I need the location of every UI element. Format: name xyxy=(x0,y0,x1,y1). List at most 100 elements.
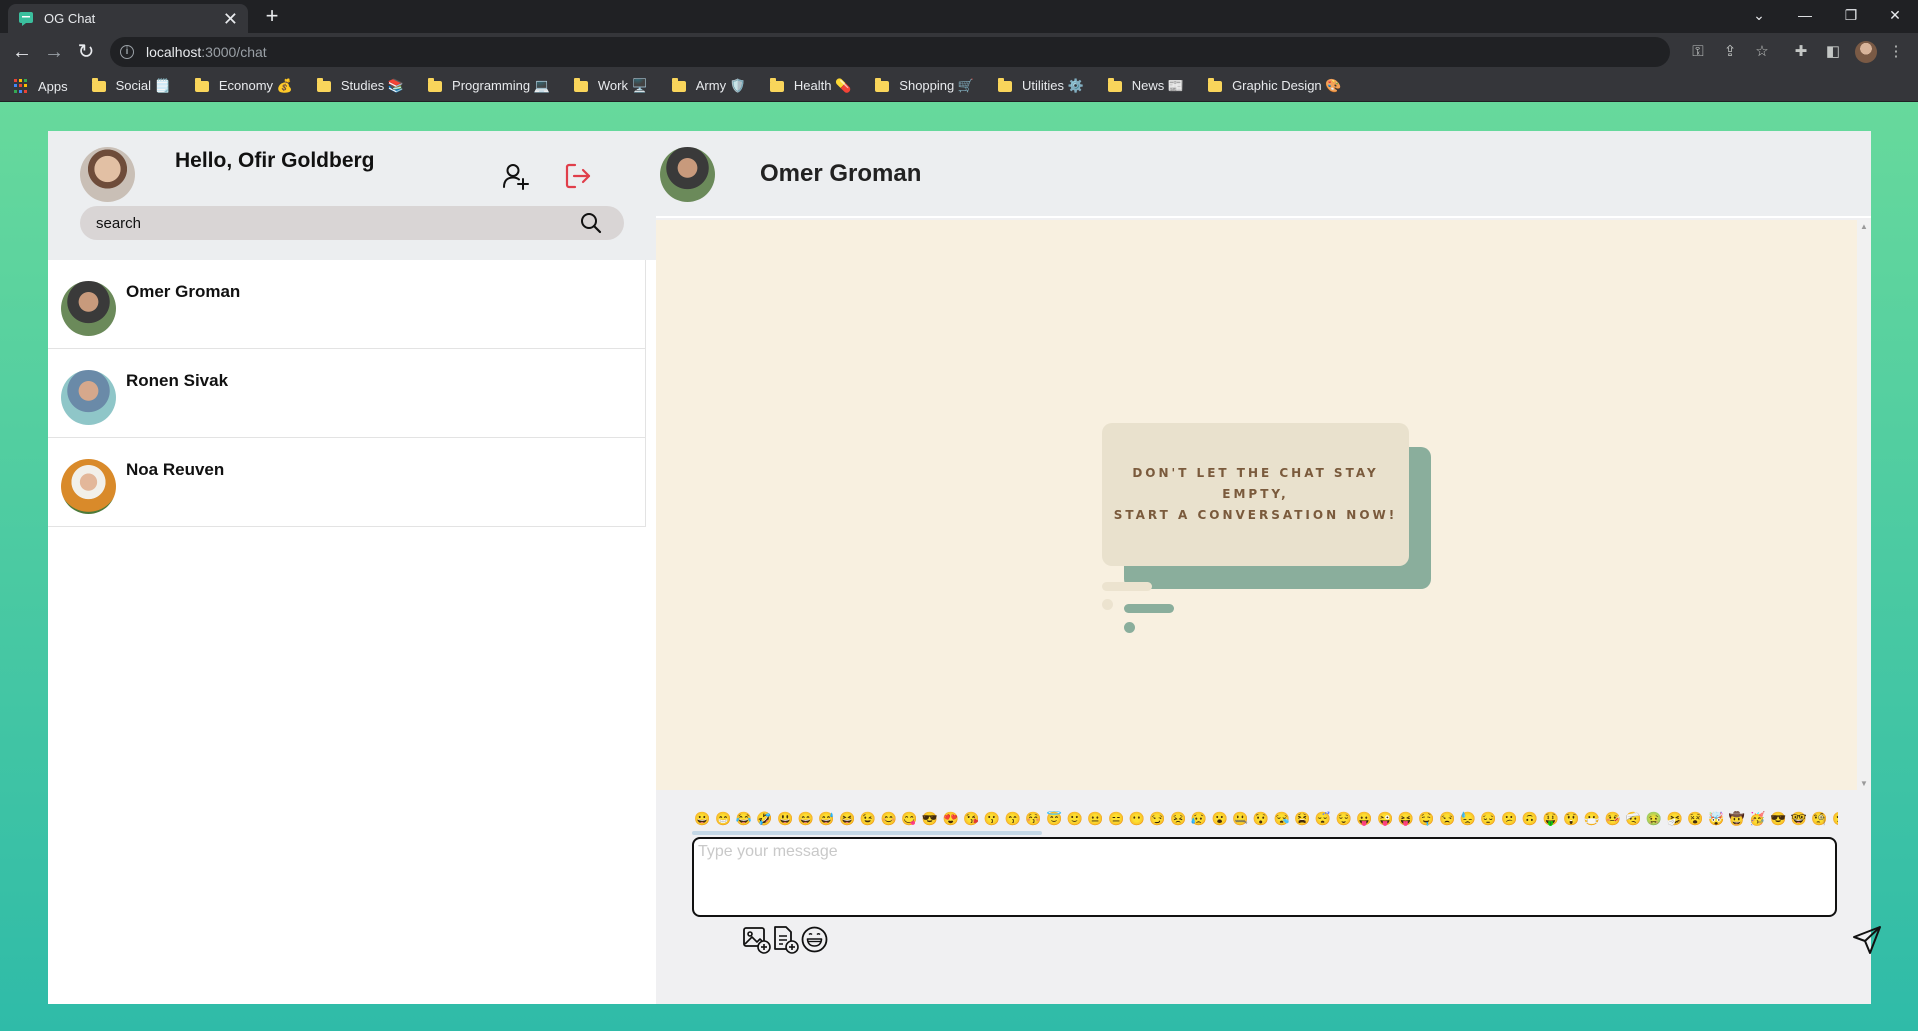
emoji-option[interactable]: 😅 xyxy=(816,808,837,830)
emoji-option[interactable]: 😵 xyxy=(1685,808,1706,830)
contact-item-noa-reuven[interactable]: Noa Reuven xyxy=(48,438,646,527)
emoji-option[interactable]: 😏 xyxy=(1147,808,1168,830)
emoji-option[interactable]: 😙 xyxy=(1002,808,1023,830)
key-icon[interactable]: ⚿ xyxy=(1687,41,1709,63)
emoji-option[interactable]: 😋 xyxy=(899,808,920,830)
restore-icon[interactable]: ❐ xyxy=(1828,0,1874,30)
emoji-option[interactable]: 😂 xyxy=(733,808,754,830)
star-icon[interactable]: ☆ xyxy=(1751,41,1773,63)
bookmark-folder-social[interactable]: Social 🗒️ xyxy=(91,77,171,94)
new-tab-button[interactable]: + xyxy=(258,4,286,30)
bookmark-folder-economy[interactable]: Economy 💰 xyxy=(194,77,293,94)
emoji-option[interactable]: 🤧 xyxy=(1664,808,1685,830)
search-input[interactable] xyxy=(96,206,566,240)
emoji-option[interactable]: 🤐 xyxy=(1230,808,1251,830)
bookmark-folder-shopping[interactable]: Shopping 🛒 xyxy=(875,77,974,94)
emoji-option[interactable]: 😕 xyxy=(1830,808,1838,830)
bookmark-apps[interactable]: Apps xyxy=(14,79,68,94)
emoji-option[interactable]: 😒 xyxy=(1437,808,1458,830)
emoji-icon[interactable] xyxy=(800,925,829,954)
emoji-option[interactable]: 🤓 xyxy=(1788,808,1809,830)
emoji-strip-scrollbar[interactable] xyxy=(692,831,1042,835)
emoji-option[interactable]: 😝 xyxy=(1395,808,1416,830)
bookmark-folder-army[interactable]: Army 🛡️ xyxy=(671,77,746,94)
bookmark-folder-news[interactable]: News 📰 xyxy=(1107,77,1184,94)
emoji-option[interactable]: 🤤 xyxy=(1416,808,1437,830)
attach-image-icon[interactable] xyxy=(742,925,771,954)
emoji-option[interactable]: 😲 xyxy=(1561,808,1582,830)
emoji-option[interactable]: 🤒 xyxy=(1602,808,1623,830)
my-avatar[interactable] xyxy=(80,147,135,202)
bookmark-folder-studies[interactable]: Studies 📚 xyxy=(316,77,404,94)
emoji-option[interactable]: 😃 xyxy=(775,808,796,830)
emoji-option[interactable]: 🤣 xyxy=(754,808,775,830)
emoji-option[interactable]: 😕 xyxy=(1499,808,1520,830)
bookmark-folder-work[interactable]: Work 🖥️ xyxy=(573,77,648,94)
emoji-option[interactable]: 😉 xyxy=(858,808,879,830)
forward-icon[interactable]: → xyxy=(40,39,68,67)
emoji-option[interactable]: 😆 xyxy=(837,808,858,830)
scroll-down-icon[interactable]: ▼ xyxy=(1860,779,1868,788)
emoji-option[interactable]: 😄 xyxy=(795,808,816,830)
emoji-option[interactable]: 🤕 xyxy=(1623,808,1644,830)
bookmark-folder-graphic-design[interactable]: Graphic Design 🎨 xyxy=(1208,77,1341,94)
emoji-option[interactable]: 😎 xyxy=(920,808,941,830)
minimize-icon[interactable]: — xyxy=(1782,0,1828,30)
browser-tab[interactable]: OG Chat ✕ xyxy=(8,4,248,33)
send-icon[interactable] xyxy=(1852,925,1882,955)
emoji-option[interactable]: 😌 xyxy=(1333,808,1354,830)
emoji-option[interactable]: 😮 xyxy=(1209,808,1230,830)
close-window-icon[interactable]: ✕ xyxy=(1872,0,1918,30)
emoji-option[interactable]: 😛 xyxy=(1354,808,1375,830)
emoji-option[interactable]: 🤢 xyxy=(1644,808,1665,830)
emoji-option[interactable]: 🧐 xyxy=(1809,808,1830,830)
emoji-option[interactable]: 😍 xyxy=(940,808,961,830)
bookmark-folder-health[interactable]: Health 💊 xyxy=(769,77,851,94)
reload-icon[interactable]: ↻ xyxy=(72,39,100,67)
emoji-option[interactable]: 😥 xyxy=(1189,808,1210,830)
emoji-option[interactable]: 😣 xyxy=(1168,808,1189,830)
emoji-option[interactable]: 😊 xyxy=(878,808,899,830)
emoji-option[interactable]: 😘 xyxy=(961,808,982,830)
profile-avatar[interactable] xyxy=(1855,41,1877,63)
emoji-option[interactable]: 😇 xyxy=(1044,808,1065,830)
site-info-icon[interactable]: i xyxy=(120,45,134,59)
emoji-option[interactable]: 🥳 xyxy=(1747,808,1768,830)
extensions-icon[interactable]: ✚ xyxy=(1790,41,1812,63)
emoji-option[interactable]: 🙂 xyxy=(1064,808,1085,830)
messages-area[interactable]: DON'T LET THE CHAT STAY EMPTY, START A C… xyxy=(656,220,1871,790)
emoji-option[interactable]: 🤑 xyxy=(1540,808,1561,830)
emoji-option[interactable]: 🤯 xyxy=(1706,808,1727,830)
emoji-option[interactable]: 😎 xyxy=(1768,808,1789,830)
emoji-option[interactable]: 😜 xyxy=(1375,808,1396,830)
share-icon[interactable]: ⇪ xyxy=(1719,41,1741,63)
bookmark-folder-programming[interactable]: Programming 💻 xyxy=(428,77,550,94)
user-plus-icon[interactable] xyxy=(501,162,529,190)
bookmark-folder-utilities[interactable]: Utilities ⚙️ xyxy=(998,77,1084,94)
emoji-option[interactable]: 😪 xyxy=(1271,808,1292,830)
back-icon[interactable]: ← xyxy=(8,39,36,67)
emoji-option[interactable]: 😐 xyxy=(1085,808,1106,830)
tab-search-icon[interactable]: ⌄ xyxy=(1736,0,1782,30)
contact-item-ronen-sivak[interactable]: Ronen Sivak xyxy=(48,349,646,438)
emoji-option[interactable]: 😓 xyxy=(1457,808,1478,830)
menu-icon[interactable]: ⋮ xyxy=(1885,41,1907,63)
emoji-option[interactable]: 😫 xyxy=(1292,808,1313,830)
emoji-option[interactable]: 😷 xyxy=(1582,808,1603,830)
messages-scrollbar[interactable]: ▲ ▼ xyxy=(1857,220,1871,790)
logout-icon[interactable] xyxy=(564,162,592,190)
emoji-option[interactable]: 😴 xyxy=(1313,808,1334,830)
emoji-option[interactable]: 😶 xyxy=(1126,808,1147,830)
emoji-option[interactable]: 😗 xyxy=(982,808,1003,830)
attach-file-icon[interactable] xyxy=(771,925,800,954)
emoji-option[interactable]: 😀 xyxy=(692,808,713,830)
emoji-picker-strip[interactable]: 😀 😁 😂 🤣 😃 😄 😅 😆 😉 😊 😋 😎 😍 😘 😗 😙 😚 😇 🙂 😐 😑 😶 😏 😣 😥 😮 🤐 😯 😪 😫 😴 😌 😛 😜 😝 🤤 😒 😓 😔 😕… xyxy=(692,808,1838,830)
tab-close-icon[interactable]: ✕ xyxy=(223,10,238,28)
contact-item-omer-groman[interactable]: Omer Groman xyxy=(48,260,646,349)
chat-contact-avatar[interactable] xyxy=(660,147,715,202)
side-panel-icon[interactable]: ◧ xyxy=(1822,41,1844,63)
address-bar[interactable]: i localhost:3000/chat xyxy=(110,37,1670,67)
emoji-option[interactable]: 😯 xyxy=(1251,808,1272,830)
emoji-option[interactable]: 😑 xyxy=(1106,808,1127,830)
scroll-up-icon[interactable]: ▲ xyxy=(1860,222,1868,231)
